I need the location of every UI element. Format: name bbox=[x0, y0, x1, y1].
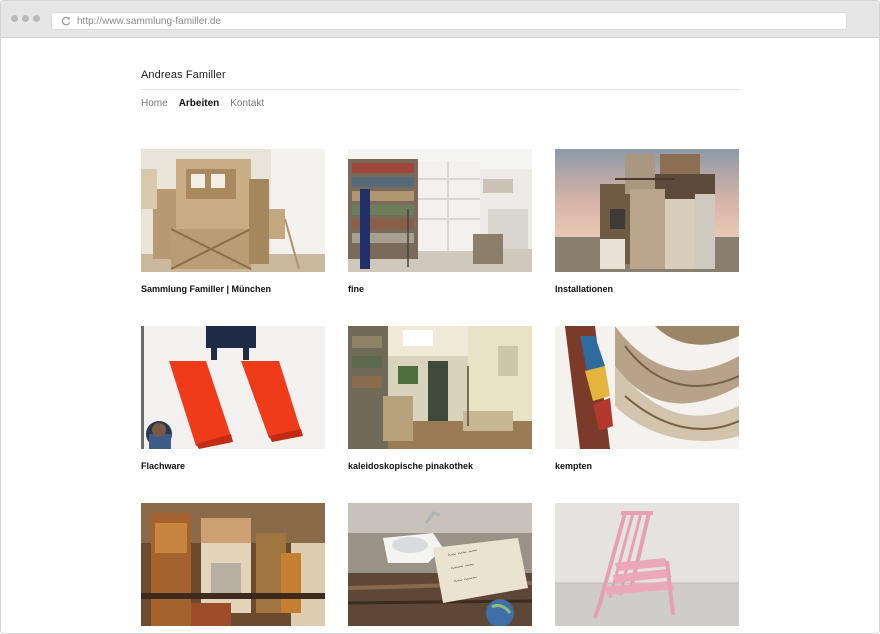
close-window-dot[interactable] bbox=[11, 15, 18, 22]
work-caption[interactable]: Sammlung Familler | München bbox=[141, 284, 271, 294]
work-card[interactable]: Flachware bbox=[141, 326, 325, 471]
work-thumbnail-curved-wood[interactable] bbox=[555, 326, 739, 449]
site-title[interactable]: Andreas Familler bbox=[141, 69, 226, 81]
zoom-window-dot[interactable] bbox=[33, 15, 40, 22]
work-thumbnail-pink-chair[interactable] bbox=[555, 503, 739, 626]
nav-kontakt[interactable]: Kontakt bbox=[230, 98, 264, 110]
work-caption[interactable]: fine bbox=[348, 284, 364, 294]
work-thumbnail-furnished-gallery[interactable] bbox=[348, 326, 532, 449]
work-caption[interactable]: kaleidoskopische pinakothek bbox=[348, 461, 473, 471]
work-card[interactable] bbox=[555, 503, 739, 626]
work-card[interactable]: Installationen bbox=[555, 149, 739, 294]
window-controls bbox=[11, 15, 40, 22]
work-card[interactable]: kaleidoskopische pinakothek bbox=[348, 326, 532, 471]
work-thumbnail-wooden-structure[interactable] bbox=[141, 149, 325, 272]
work-caption[interactable]: kempten bbox=[555, 461, 592, 471]
work-thumbnail-cluttered-workshop[interactable] bbox=[141, 503, 325, 626]
work-card[interactable]: ~~ ~~ ~~ ~~~ ~~ ~~ ~~~ bbox=[348, 503, 532, 626]
nav-home[interactable]: Home bbox=[141, 98, 168, 110]
main-navigation: Home Arbeiten Kontakt bbox=[141, 98, 275, 110]
header-divider bbox=[141, 89, 741, 90]
work-thumbnail-room-with-shelves[interactable] bbox=[348, 149, 532, 272]
browser-toolbar: http://www.sammlung-familler.de bbox=[1, 1, 879, 38]
url-text: http://www.sammlung-familler.de bbox=[77, 16, 221, 27]
work-card[interactable]: kempten bbox=[555, 326, 739, 471]
work-card[interactable] bbox=[141, 503, 325, 626]
work-card[interactable]: fine bbox=[348, 149, 532, 294]
nav-arbeiten[interactable]: Arbeiten bbox=[179, 98, 220, 110]
work-caption[interactable]: Installationen bbox=[555, 284, 613, 294]
work-thumbnail-red-awnings[interactable] bbox=[141, 326, 325, 449]
browser-window: http://www.sammlung-familler.de Andreas … bbox=[0, 0, 880, 634]
work-caption[interactable]: Flachware bbox=[141, 461, 185, 471]
address-bar[interactable]: http://www.sammlung-familler.de bbox=[51, 12, 847, 30]
reload-icon[interactable] bbox=[61, 16, 71, 26]
work-thumbnail-wooden-tower[interactable] bbox=[555, 149, 739, 272]
work-thumbnail-sink-with-sign[interactable]: ~~ ~~ ~~ ~~~ ~~ ~~ ~~~ bbox=[348, 503, 532, 626]
work-card[interactable]: Sammlung Familler | München bbox=[141, 149, 325, 294]
minimize-window-dot[interactable] bbox=[22, 15, 29, 22]
